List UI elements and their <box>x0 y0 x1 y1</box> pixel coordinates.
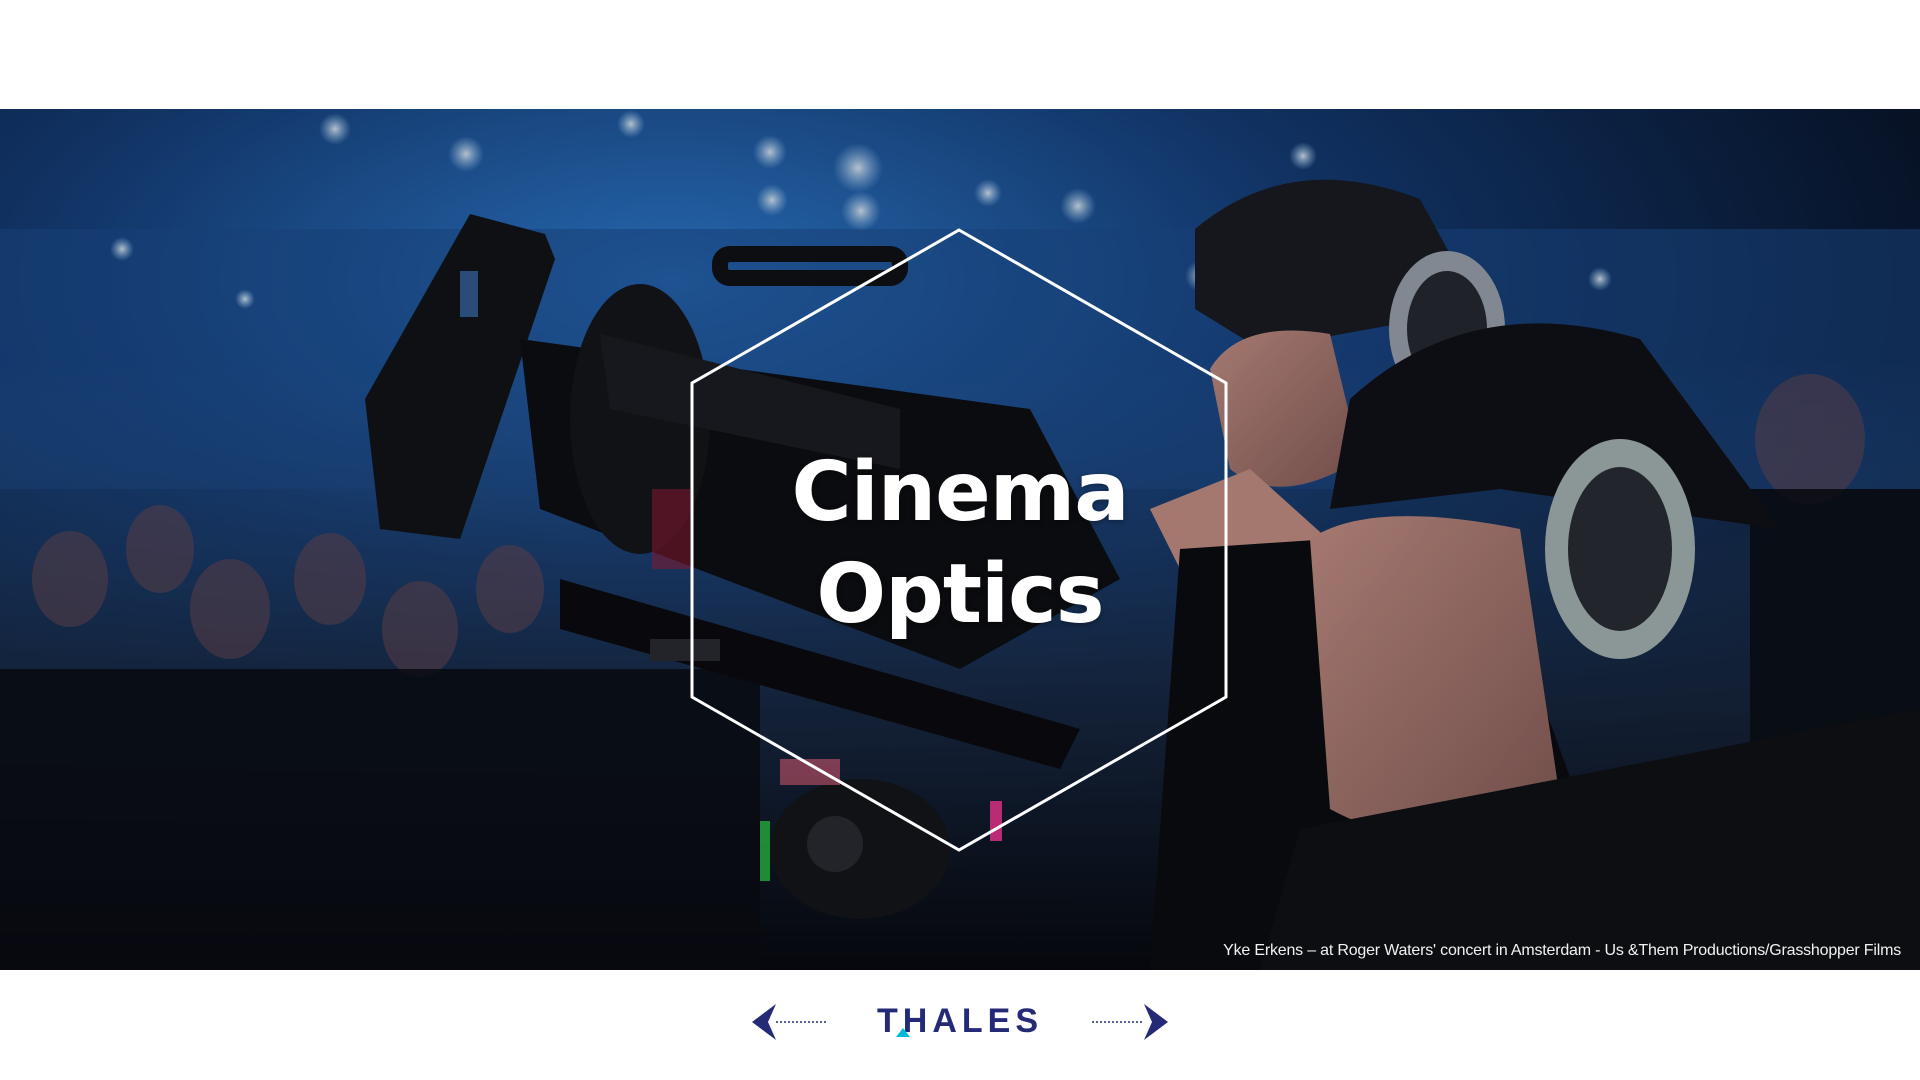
hero-photo: Cinema Optics Yke Erkens – at Roger Wate… <box>0 109 1920 970</box>
footer: THALES <box>0 970 1920 1080</box>
arrow-right-icon[interactable] <box>1090 1000 1170 1044</box>
thales-logo: THALES <box>877 1002 1043 1040</box>
logo-accent-triangle <box>896 1028 910 1037</box>
slide-title: Cinema Optics <box>690 442 1230 646</box>
slide-navigation: THALES <box>750 1000 1170 1044</box>
title-line-1: Cinema <box>791 445 1129 540</box>
slide: Cinema Optics Yke Erkens – at Roger Wate… <box>0 0 1920 1080</box>
arrow-left-icon[interactable] <box>750 1000 830 1044</box>
photo-caption: Yke Erkens – at Roger Waters' concert in… <box>1223 942 1901 959</box>
title-line-2: Optics <box>816 547 1104 642</box>
